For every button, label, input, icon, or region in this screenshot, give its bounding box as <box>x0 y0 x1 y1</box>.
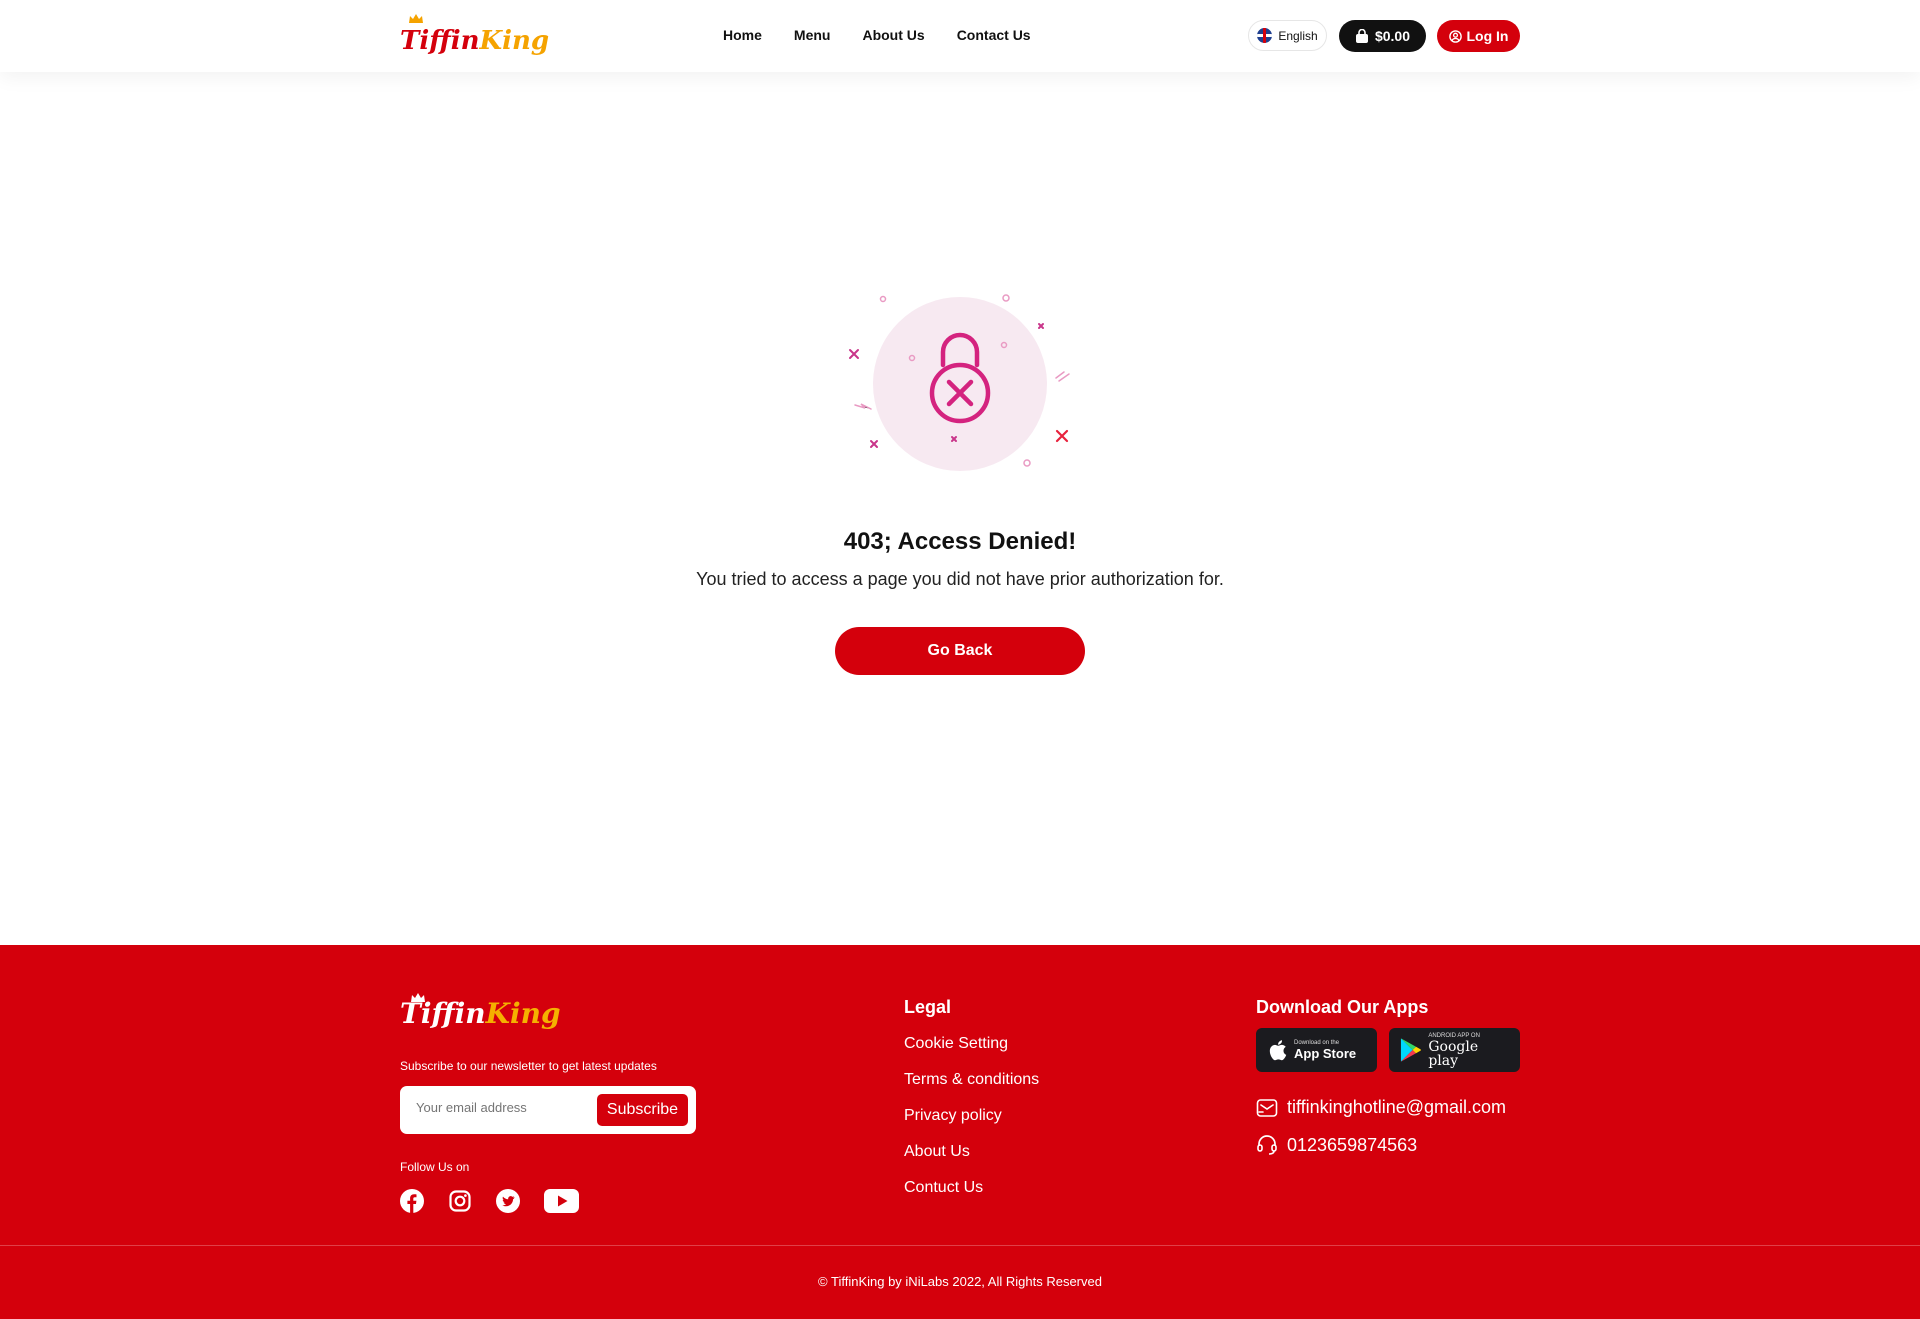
nav-home[interactable]: Home <box>723 24 762 46</box>
newsletter-text: Subscribe to our newsletter to get lates… <box>400 1059 657 1073</box>
social-links <box>400 1189 603 1213</box>
contact-email[interactable]: tiffinkinghotline@gmail.com <box>1256 1097 1520 1118</box>
language-label: English <box>1278 28 1318 43</box>
go-back-button[interactable]: Go Back <box>835 627 1085 675</box>
newsletter-email-input[interactable] <box>416 1100 576 1115</box>
app-store-big-text: App Store <box>1294 1045 1357 1061</box>
language-selector[interactable]: English <box>1248 20 1327 51</box>
footer-divider <box>0 1245 1920 1246</box>
subscribe-button[interactable]: Subscribe <box>597 1094 688 1126</box>
login-button[interactable]: Log In <box>1437 20 1520 52</box>
facebook-icon[interactable] <box>400 1189 424 1213</box>
google-play-icon <box>1400 1038 1421 1062</box>
lock-denied-illustration <box>849 294 1070 471</box>
twitter-icon[interactable] <box>496 1189 520 1213</box>
main-nav: Home Menu About Us Contact Us <box>723 24 1063 46</box>
copyright-text: © TiffinKing by iNiLabs 2022, All Rights… <box>818 1274 1102 1289</box>
cart-total: $0.00 <box>1374 28 1411 44</box>
nav-about-us[interactable]: About Us <box>862 24 924 46</box>
google-play-button[interactable]: ANDROID APP ON Google play <box>1389 1028 1520 1072</box>
cookie-setting-link[interactable]: Cookie Setting <box>904 1034 1039 1053</box>
shopping-bag-icon <box>1355 28 1368 43</box>
mail-icon <box>1256 1098 1278 1117</box>
error-description: You tried to access a page you did not h… <box>696 569 1224 589</box>
download-apps: Download Our Apps Download on the App St… <box>1256 997 1520 1156</box>
follow-us-label: Follow Us on <box>400 1160 470 1174</box>
privacy-policy-link[interactable]: Privacy policy <box>904 1106 1039 1125</box>
nav-contact-us[interactable]: Contact Us <box>957 24 1031 46</box>
login-label: Log In <box>1466 28 1509 44</box>
contact-phone-text: 0123659874563 <box>1287 1134 1418 1155</box>
cart-button[interactable]: $0.00 <box>1339 20 1426 52</box>
site-header: Tiffin King Home Menu About Us Contact Us… <box>0 0 1920 72</box>
google-play-big-text: Google play <box>1428 1038 1479 1069</box>
footer-brand-logo[interactable]: Tiffin King <box>400 993 561 1030</box>
apple-icon <box>1269 1040 1287 1061</box>
apps-title: Download Our Apps <box>1256 997 1429 1017</box>
newsletter-form: Subscribe <box>400 1086 696 1134</box>
error-title: 403; Access Denied! <box>843 528 1077 555</box>
brand-name-tiffin: Tiffin <box>400 26 480 56</box>
about-us-link[interactable]: About Us <box>904 1142 1039 1161</box>
crown-icon <box>411 993 425 1002</box>
legal-title: Legal <box>904 997 952 1017</box>
youtube-icon[interactable] <box>544 1189 579 1213</box>
contact-email-text: tiffinkinghotline@gmail.com <box>1287 1097 1507 1117</box>
brand-name-king: King <box>479 26 550 56</box>
contact-phone[interactable]: 0123659874563 <box>1256 1134 1520 1156</box>
contact-us-link[interactable]: Contuct Us <box>904 1178 1039 1197</box>
headset-icon <box>1257 1135 1277 1155</box>
legal-links: Legal Cookie Setting Terms & conditions … <box>904 997 1039 1214</box>
nav-menu[interactable]: Menu <box>794 24 831 46</box>
instagram-icon[interactable] <box>448 1189 472 1213</box>
uk-flag-icon <box>1257 28 1273 43</box>
brand-logo[interactable]: Tiffin King <box>400 14 550 56</box>
app-store-button[interactable]: Download on the App Store <box>1256 1028 1377 1072</box>
terms-link[interactable]: Terms & conditions <box>904 1070 1039 1089</box>
user-circle-icon <box>1448 29 1462 43</box>
crown-icon <box>409 14 423 23</box>
site-footer: Tiffin King Subscribe to our newsletter t… <box>0 945 1920 1319</box>
footer-brand-name-king: King <box>485 997 561 1030</box>
